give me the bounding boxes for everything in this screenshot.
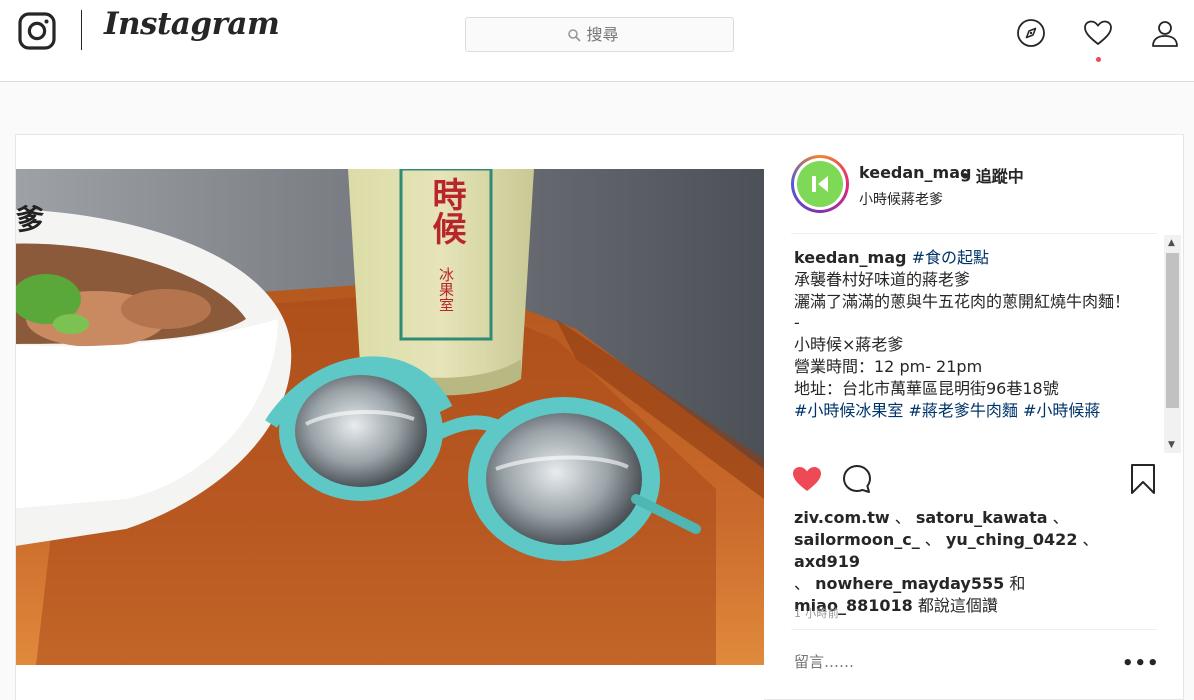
- heart-icon[interactable]: [1082, 17, 1114, 49]
- caption-hashtag[interactable]: #食の起點: [912, 248, 989, 267]
- compass-icon[interactable]: [1015, 17, 1047, 49]
- post-photo[interactable]: 時候 冰果室 爹: [16, 169, 764, 665]
- caption-line: 承襲眷村好味道的蔣老爹: [794, 269, 971, 289]
- comment-divider: [791, 629, 1157, 630]
- scroll-thumb[interactable]: [1166, 253, 1179, 408]
- logo-divider: [81, 10, 82, 50]
- liker[interactable]: satoru_kawata: [916, 508, 1048, 527]
- caption-line: -: [794, 313, 800, 333]
- follow-status[interactable]: • 追蹤中: [960, 163, 1024, 187]
- avatar-logo-icon: [812, 176, 828, 192]
- caption-line: 灑滿了滿滿的蔥與牛五花肉的蔥開紅燒牛肉麵！: [794, 291, 1131, 311]
- caption-scrollbar[interactable]: ▲ ▼: [1164, 235, 1181, 453]
- caption-username[interactable]: keedan_mag: [794, 248, 906, 267]
- caption-line: 營業時間：12 pm- 21pm: [794, 356, 983, 376]
- post-location[interactable]: 小時候蔣老爹: [859, 189, 943, 209]
- caption-area: keedan_mag #食の起點 承襲眷村好味道的蔣老爹 灑滿了滿滿的蔥與牛五花…: [794, 247, 1163, 453]
- post-username[interactable]: keedan_mag: [859, 163, 971, 182]
- post-media: 時候 冰果室 爹: [16, 135, 764, 700]
- liker[interactable]: sailormoon_c_: [794, 530, 920, 549]
- post-sidebar: keedan_mag • 追蹤中 小時候蔣老爹 keedan_mag #食の起點…: [764, 135, 1185, 700]
- user-icon[interactable]: [1149, 17, 1181, 49]
- scroll-down-icon[interactable]: ▼: [1168, 440, 1175, 450]
- post-timestamp[interactable]: 1 小時前: [794, 605, 839, 621]
- cup-sub-text: 冰果室: [437, 267, 455, 312]
- instagram-wordmark[interactable]: Instagram: [104, 6, 280, 42]
- cup-title-text: 時候: [426, 177, 466, 245]
- photo-illustration: 時候 冰果室 爹: [16, 169, 764, 665]
- avatar[interactable]: [791, 155, 849, 213]
- search-input[interactable]: [586, 25, 633, 44]
- caption: keedan_mag #食の起點 承襲眷村好味道的蔣老爹 灑滿了滿滿的蔥與牛五花…: [794, 247, 1144, 421]
- liker[interactable]: yu_ching_0422: [946, 530, 1078, 549]
- liker[interactable]: axd919: [794, 552, 860, 571]
- more-options-button[interactable]: •••: [1122, 653, 1160, 674]
- comment-icon[interactable]: [841, 463, 873, 495]
- like-heart-icon[interactable]: [791, 463, 823, 495]
- scroll-up-icon[interactable]: ▲: [1168, 238, 1175, 248]
- liker[interactable]: nowhere_mayday555: [815, 574, 1004, 593]
- likes-and: 和: [1009, 574, 1026, 593]
- post-header: keedan_mag • 追蹤中 小時候蔣老爹: [764, 135, 1185, 233]
- comment-input[interactable]: [794, 653, 1094, 671]
- notification-dot: [1096, 57, 1101, 62]
- post-actions: [791, 457, 1157, 497]
- search-icon: [567, 28, 580, 41]
- header-divider: [791, 233, 1157, 234]
- instagram-glyph-icon[interactable]: [18, 12, 56, 50]
- caption-hashtags[interactable]: #小時候冰果室 #蔣老爹牛肉麵 #小時候蔣: [794, 400, 1144, 422]
- caption-line: 小時候×蔣老爹: [794, 335, 904, 355]
- bookmark-icon[interactable]: [1127, 463, 1159, 495]
- top-nav: Instagram: [0, 0, 1194, 82]
- post-card: 時候 冰果室 爹 keedan_mag • 追蹤中 小時候蔣老爹 keedan_…: [15, 134, 1184, 700]
- likes-suffix: 都說這個讚: [917, 596, 998, 615]
- liker[interactable]: ziv.com.tw: [794, 508, 890, 527]
- svg-text:爹: 爹: [16, 203, 44, 236]
- caption-line: 地址：台北市萬華區昆明街96巷18號: [794, 378, 1059, 398]
- search-box[interactable]: [465, 17, 734, 52]
- likes-summary: ziv.com.tw 、 satoru_kawata 、 sailormoon_…: [794, 508, 1099, 615]
